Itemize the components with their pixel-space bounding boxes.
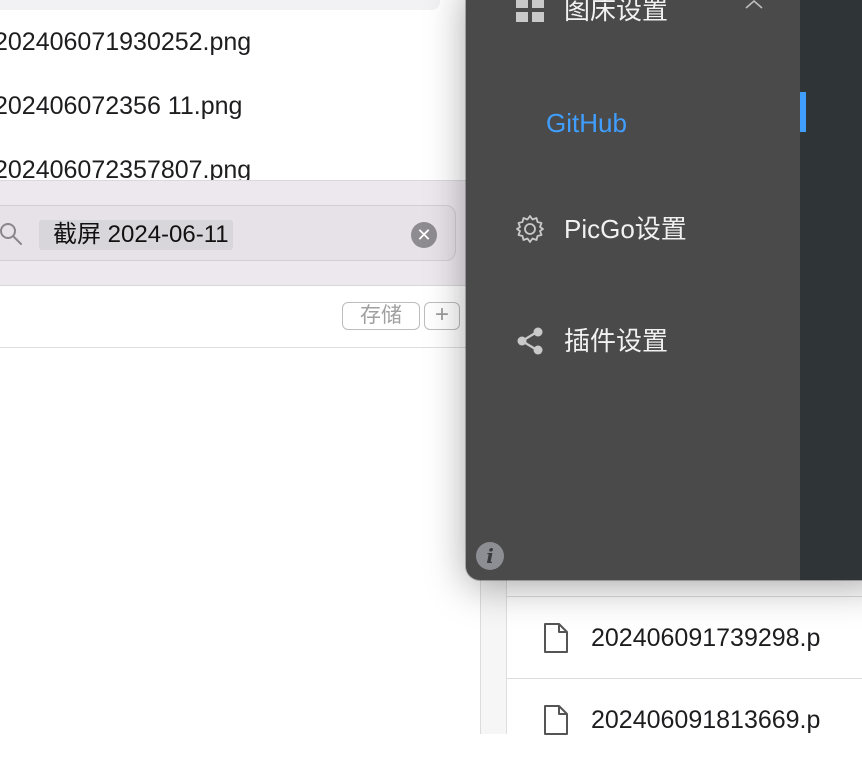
chevron-up-icon[interactable] (742, 0, 766, 16)
file-name: 202406072356 11.png (0, 92, 243, 120)
file-name: 202406071930252.png (0, 28, 252, 56)
add-criteria-button[interactable]: + (424, 302, 460, 330)
search-toolbar: 存储 + (0, 286, 480, 348)
right-file-list-body: 202406091739298.p 202406091813669.p (506, 560, 862, 735)
file-name: 202406091739298.p (591, 624, 821, 652)
picgo-window: 图床设置 GitHub PicGo设置 插件设置 i (466, 0, 862, 580)
right-file-list: 202406091739298.p 202406091813669.p (480, 560, 862, 735)
active-indicator (800, 92, 806, 132)
gear-icon (516, 215, 544, 243)
list-item[interactable]: 202406091813669.p (507, 680, 862, 760)
search-input[interactable]: 截屏 2024-06-11 ✕ (0, 205, 456, 261)
picgo-content-area (800, 0, 862, 580)
clear-icon: ✕ (416, 225, 432, 245)
save-search-button[interactable]: 存储 (342, 302, 420, 330)
row-divider (507, 596, 862, 597)
submenu-label: GitHub (546, 108, 627, 138)
share-icon (517, 327, 543, 355)
info-icon[interactable]: i (476, 542, 504, 570)
finder-window: 202406071930252.png 202406072356 11.png … (0, 0, 480, 734)
file-row[interactable]: 202406072356 11.png (0, 86, 242, 126)
menu-label: 插件设置 (564, 326, 669, 356)
picgo-sidebar: 图床设置 GitHub PicGo设置 插件设置 i (466, 0, 800, 580)
clear-search-button[interactable]: ✕ (411, 222, 437, 248)
row-divider (507, 678, 862, 679)
search-panel: 截屏 2024-06-11 ✕ (0, 180, 480, 286)
file-row[interactable]: 202406071930252.png (0, 22, 251, 62)
finder-top-strip (0, 0, 440, 10)
menu-label: 图床设置 (564, 0, 669, 25)
menu-picgo-settings[interactable]: PicGo设置 (466, 199, 800, 259)
menu-label: PicGo设置 (564, 214, 687, 244)
menu-pic-bed-settings[interactable]: 图床设置 (466, 0, 800, 40)
grid-icon (516, 0, 544, 22)
list-item[interactable]: 202406091739298.p (507, 598, 862, 678)
menu-plugin-settings[interactable]: 插件设置 (466, 311, 800, 371)
magnifier-icon (0, 223, 22, 245)
submenu-github[interactable]: GitHub (466, 93, 800, 153)
document-icon (544, 623, 568, 653)
document-icon (544, 705, 568, 735)
search-token[interactable]: 截屏 2024-06-11 (39, 220, 233, 250)
file-name: 202406091813669.p (591, 706, 821, 734)
